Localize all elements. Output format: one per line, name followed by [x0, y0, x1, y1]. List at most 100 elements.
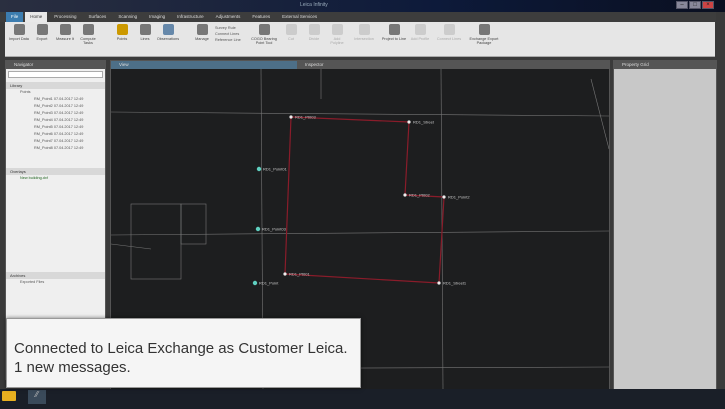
label: Divide	[308, 37, 320, 41]
survey-point-label: RD1_Point2	[448, 195, 470, 200]
import-icon	[13, 24, 25, 35]
add-polyline-button[interactable]: Add Polyline	[327, 24, 347, 54]
mail-icon[interactable]	[2, 391, 16, 401]
cut-button[interactable]: Cut	[281, 24, 301, 54]
connect-lines-button[interactable]: Connect Lines	[433, 24, 465, 54]
measure-icon	[59, 24, 71, 35]
survey-point-marker[interactable]	[252, 280, 258, 286]
tab-features[interactable]: Features	[247, 12, 275, 22]
maximize-button[interactable]: □	[689, 1, 701, 9]
compute-icon	[82, 24, 94, 35]
survey-point-marker[interactable]	[256, 166, 262, 172]
survey-point-label: RD1_Point	[259, 281, 279, 286]
connect-lines-dropdown[interactable]: Connect Lines	[215, 32, 247, 36]
navigator-search-input[interactable]	[8, 71, 103, 78]
intersection-icon	[358, 24, 370, 35]
label: Add Profile	[410, 37, 430, 41]
survey-point-label: RD1_Point01	[263, 167, 288, 172]
archives-section[interactable]: Archives	[6, 272, 105, 279]
label: Add Polyline	[330, 37, 344, 45]
library-section[interactable]: Library	[6, 82, 105, 89]
property-grid-title: Property Grid	[614, 61, 716, 69]
label: Lines	[140, 37, 150, 41]
label: COGO Bearing Point Tool	[251, 37, 277, 45]
point-list-item[interactable]: RM_Point6 07.04.2017 12:49	[6, 131, 105, 138]
property-grid-panel: Property Grid	[613, 60, 717, 390]
tab-view[interactable]: View	[111, 61, 297, 69]
tab-file[interactable]: File	[6, 12, 24, 22]
points-folder[interactable]: Points	[6, 89, 105, 96]
survey-point-label: RD1_Pt001	[289, 272, 310, 277]
import-button[interactable]: Import Data	[9, 24, 29, 54]
window-title: Leica Infinity	[300, 2, 328, 8]
archive-item[interactable]: Exported Files	[6, 279, 105, 286]
label: Exchange Export Package	[469, 37, 499, 45]
point-list-item[interactable]: RM_Point1 07.04.2017 12:49	[6, 96, 105, 103]
view-header: View Inspector	[111, 61, 609, 69]
taskbar	[0, 389, 725, 409]
label: Manage	[195, 37, 209, 41]
tab-inspector[interactable]: Inspector	[297, 61, 609, 69]
overlays-section[interactable]: Overlays	[6, 168, 105, 175]
toast-line-2: 1 new messages.	[14, 359, 131, 376]
point-list-item[interactable]: RM_Point8 07.04.2017 12:49	[6, 145, 105, 152]
label: Cut	[288, 37, 294, 41]
manage-button[interactable]: Manage	[192, 24, 212, 54]
tab-home[interactable]: Home	[25, 12, 48, 22]
export-button[interactable]: Export	[32, 24, 52, 54]
point-list-item[interactable]: RM_Point7 07.04.2017 12:49	[6, 138, 105, 145]
measure-button[interactable]: Measure It	[55, 24, 75, 54]
ribbon-small-group: Survey Rule Connect Lines Reference Line	[215, 24, 247, 54]
overlay-item[interactable]: New building.dxf	[6, 175, 105, 182]
connect-icon	[443, 24, 455, 35]
point-list-item[interactable]: RM_Point3 07.04.2017 12:49	[6, 110, 105, 117]
exchange-icon	[478, 24, 490, 35]
survey-point-marker[interactable]	[255, 226, 261, 232]
tab-external-services[interactable]: External Services	[277, 12, 322, 22]
label: Points	[116, 37, 128, 41]
tab-infrastructure[interactable]: Infrastructure	[172, 12, 209, 22]
minimize-button[interactable]: –	[676, 1, 688, 9]
label: Compute Tasks	[80, 37, 96, 45]
point-list-item[interactable]: RM_Point4 07.04.2017 12:49	[6, 117, 105, 124]
divide-button[interactable]: Divide	[304, 24, 324, 54]
tab-adjustments[interactable]: Adjustments	[211, 12, 246, 22]
add-profile-button[interactable]: Add Profile	[410, 24, 430, 54]
compute-button[interactable]: Compute Tasks	[78, 24, 98, 54]
project-to-line-button[interactable]: Project to Line	[381, 24, 407, 54]
cogo-icon	[258, 24, 270, 35]
exchange-export-button[interactable]: Exchange Export Package	[468, 24, 500, 54]
tab-imaging[interactable]: Imaging	[144, 12, 170, 22]
cut-icon	[285, 24, 297, 35]
notification-toast[interactable]: Connected to Leica Exchange as Customer …	[6, 318, 361, 388]
divide-icon	[308, 24, 320, 35]
export-icon	[36, 24, 48, 35]
survey-rule-dropdown[interactable]: Survey Rule	[215, 26, 247, 30]
point-list-item[interactable]: RM_Point5 07.04.2017 12:49	[6, 124, 105, 131]
exchange-connection-icon[interactable]: ⁄⁄	[28, 390, 46, 404]
survey-point-marker[interactable]	[289, 115, 293, 119]
survey-point-marker[interactable]	[437, 281, 441, 285]
reference-line-dropdown[interactable]: Reference Line	[215, 38, 247, 42]
tab-surfaces[interactable]: Surfaces	[84, 12, 112, 22]
point-icon	[116, 24, 128, 35]
ribbon-tabs: File Home Processing Surfaces Scanning I…	[0, 12, 716, 22]
close-button[interactable]: ×	[702, 1, 714, 9]
point-list-item[interactable]: RM_Point2 07.04.2017 12:49	[6, 103, 105, 110]
label: Export	[36, 37, 48, 41]
observation-icon	[162, 24, 174, 35]
label: Project to Line	[381, 37, 407, 41]
tab-processing[interactable]: Processing	[49, 12, 81, 22]
survey-point-marker[interactable]	[283, 272, 287, 276]
intersection-button[interactable]: Intersection	[350, 24, 378, 54]
cogo-button[interactable]: COGO Bearing Point Tool	[250, 24, 278, 54]
tab-scanning[interactable]: Scanning	[113, 12, 142, 22]
survey-point-marker[interactable]	[407, 120, 411, 124]
survey-point-marker[interactable]	[403, 193, 407, 197]
lines-button[interactable]: Lines	[135, 24, 155, 54]
observations-button[interactable]: Observations	[157, 24, 179, 54]
parcel-polygon	[284, 116, 445, 284]
points-button[interactable]: Points	[112, 24, 132, 54]
survey-point-marker[interactable]	[442, 195, 446, 199]
survey-point-label: RD1_Street	[413, 120, 435, 125]
